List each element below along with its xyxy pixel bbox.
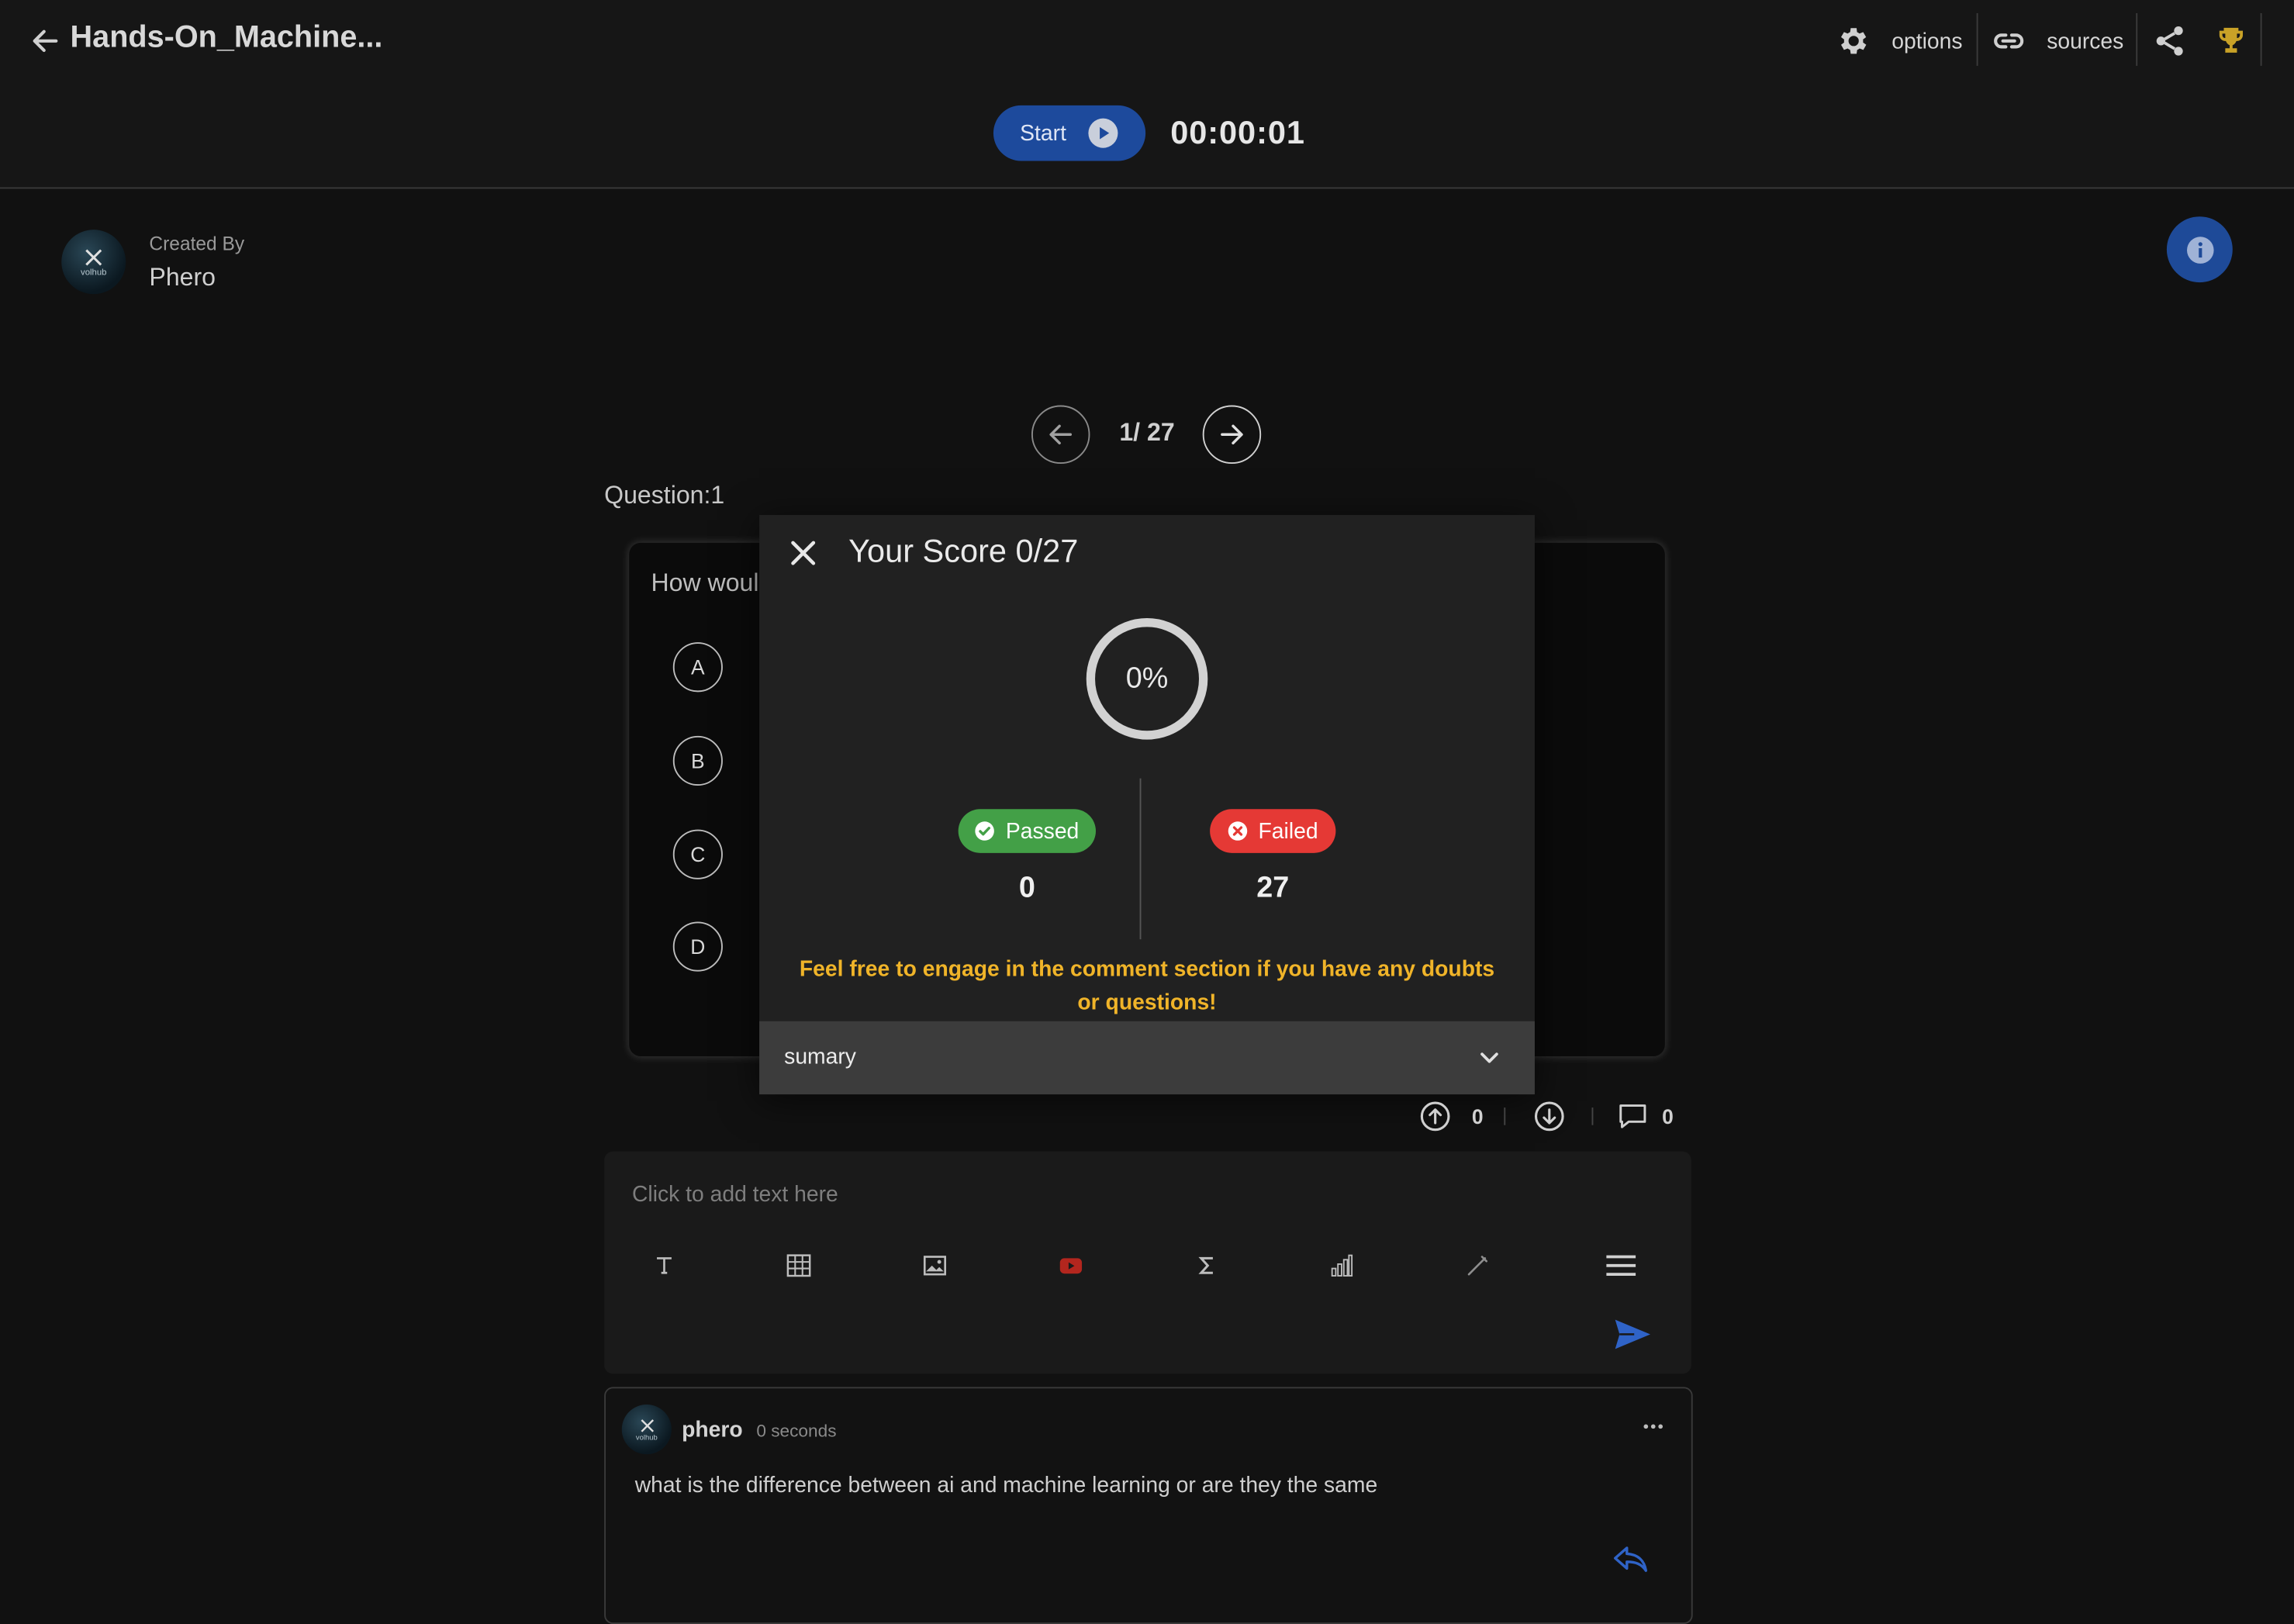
expand-toggle[interactable]: [1476, 1045, 1502, 1071]
comment-text: what is the difference between ai and ma…: [634, 1473, 1378, 1498]
start-button[interactable]: Start: [993, 105, 1146, 161]
page-title: Hands-On_Machine...: [70, 20, 383, 54]
summary-accordion[interactable]: sumary: [759, 1021, 1535, 1095]
x-circle-icon: [1228, 821, 1248, 841]
send-icon: [1615, 1319, 1650, 1349]
close-icon: [640, 1418, 654, 1432]
bar-chart-icon: [1331, 1254, 1353, 1277]
creator-name: Phero: [149, 263, 216, 292]
chevron-down-icon: [1480, 1052, 1498, 1063]
options-label: options: [1892, 28, 1963, 54]
info-icon: [2186, 236, 2213, 263]
sigma-icon: [1198, 1256, 1213, 1274]
arrow-left-icon: [1049, 424, 1073, 445]
share-icon: [2156, 26, 2183, 56]
editor-placeholder[interactable]: Click to add text here: [632, 1182, 838, 1207]
trophy-icon: [2219, 27, 2244, 53]
score-divider: [1139, 778, 1142, 940]
downvote-button[interactable]: [1533, 1101, 1566, 1133]
option-a[interactable]: A: [672, 642, 723, 693]
send-button[interactable]: [1614, 1317, 1652, 1352]
text-tool-button[interactable]: [647, 1248, 682, 1283]
comment-editor[interactable]: Click to add text here: [604, 1151, 1691, 1374]
previous-question-button[interactable]: [1031, 405, 1090, 465]
video-tool-button[interactable]: [1053, 1248, 1088, 1283]
arrow-up-circle-icon: [1420, 1101, 1450, 1132]
vote-divider: [1591, 1107, 1594, 1125]
chart-tool-button[interactable]: [1324, 1248, 1359, 1283]
image-icon: [923, 1256, 946, 1276]
more-horizontal-icon: [1643, 1424, 1663, 1429]
failed-count: 27: [1256, 872, 1290, 904]
check-circle-icon: [976, 821, 995, 841]
comment-item: volhub phero 0 seconds what is the diffe…: [604, 1387, 1693, 1624]
close-icon: [791, 541, 816, 565]
failed-badge: Failed: [1210, 809, 1336, 853]
table-icon: [786, 1254, 811, 1277]
table-tool-button[interactable]: [781, 1248, 816, 1283]
options-button[interactable]: options: [1836, 23, 1963, 58]
share-button[interactable]: [2152, 23, 2187, 58]
close-icon: [85, 248, 102, 265]
sources-label: sources: [2047, 28, 2124, 54]
back-button[interactable]: [29, 25, 62, 57]
youtube-icon: [1059, 1258, 1083, 1274]
score-percent: 0%: [1125, 662, 1169, 695]
passed-count: 0: [1018, 872, 1035, 904]
comment-user[interactable]: phero: [682, 1418, 743, 1443]
question-text: How woul: [651, 568, 759, 597]
comments-button[interactable]: 0: [1617, 1101, 1674, 1133]
passed-badge: Passed: [958, 809, 1096, 853]
page-indicator: 1/ 27: [1119, 418, 1175, 447]
pen-icon: [1467, 1256, 1488, 1276]
commenter-avatar: volhub: [621, 1405, 672, 1455]
info-button[interactable]: [2166, 216, 2233, 283]
avatar-text: volhub: [635, 1432, 658, 1443]
created-by-label: Created By: [149, 232, 245, 255]
menu-icon: [1606, 1255, 1636, 1277]
option-d[interactable]: D: [672, 921, 723, 972]
gear-icon: [1840, 28, 1867, 54]
vote-divider: [1504, 1107, 1506, 1125]
reply-icon: [1613, 1546, 1648, 1572]
arrow-left-icon: [33, 29, 58, 53]
link-icon: [1994, 33, 2024, 49]
close-modal-button[interactable]: [789, 538, 818, 568]
timer: 00:00:01: [1170, 114, 1305, 151]
avatar-text: volhub: [81, 268, 107, 278]
comment-more-button[interactable]: [1642, 1415, 1665, 1438]
arrow-right-icon: [1221, 424, 1243, 445]
header-divider: [2260, 12, 2262, 66]
comment-time: 0 seconds: [756, 1420, 837, 1442]
sources-button[interactable]: sources: [1992, 23, 2124, 58]
more-tools-button[interactable]: [1604, 1248, 1639, 1283]
upvote-button[interactable]: 0: [1419, 1101, 1484, 1133]
arrow-down-circle-icon: [1534, 1101, 1564, 1132]
comment-icon: [1619, 1104, 1646, 1128]
next-question-button[interactable]: [1202, 405, 1262, 465]
comment-count: 0: [1662, 1104, 1674, 1128]
text-icon: [657, 1257, 672, 1274]
failed-label: Failed: [1258, 818, 1318, 844]
leaderboard-button[interactable]: [2213, 23, 2248, 58]
summary-label: sumary: [784, 1044, 856, 1070]
question-label: Question:1: [604, 481, 725, 510]
formula-tool-button[interactable]: [1190, 1248, 1225, 1283]
reply-button[interactable]: [1612, 1543, 1650, 1576]
comment-note: Feel free to engage in the comment secti…: [799, 956, 1495, 1016]
score-title: Your Score 0/27: [848, 532, 1079, 569]
draw-tool-button[interactable]: [1460, 1248, 1495, 1283]
image-tool-button[interactable]: [917, 1248, 952, 1283]
creator-avatar: volhub: [61, 230, 126, 295]
option-c[interactable]: C: [672, 829, 723, 879]
start-label: Start: [1020, 120, 1066, 146]
upvote-count: 0: [1471, 1104, 1484, 1128]
passed-label: Passed: [1005, 818, 1080, 844]
score-modal: Your Score 0/27 0% Passed 0 Failed 27 Fe…: [759, 515, 1535, 1095]
header-divider: [1976, 12, 1978, 66]
play-icon: [1088, 118, 1118, 148]
header-divider: [2136, 12, 2138, 66]
option-b[interactable]: B: [672, 735, 723, 786]
